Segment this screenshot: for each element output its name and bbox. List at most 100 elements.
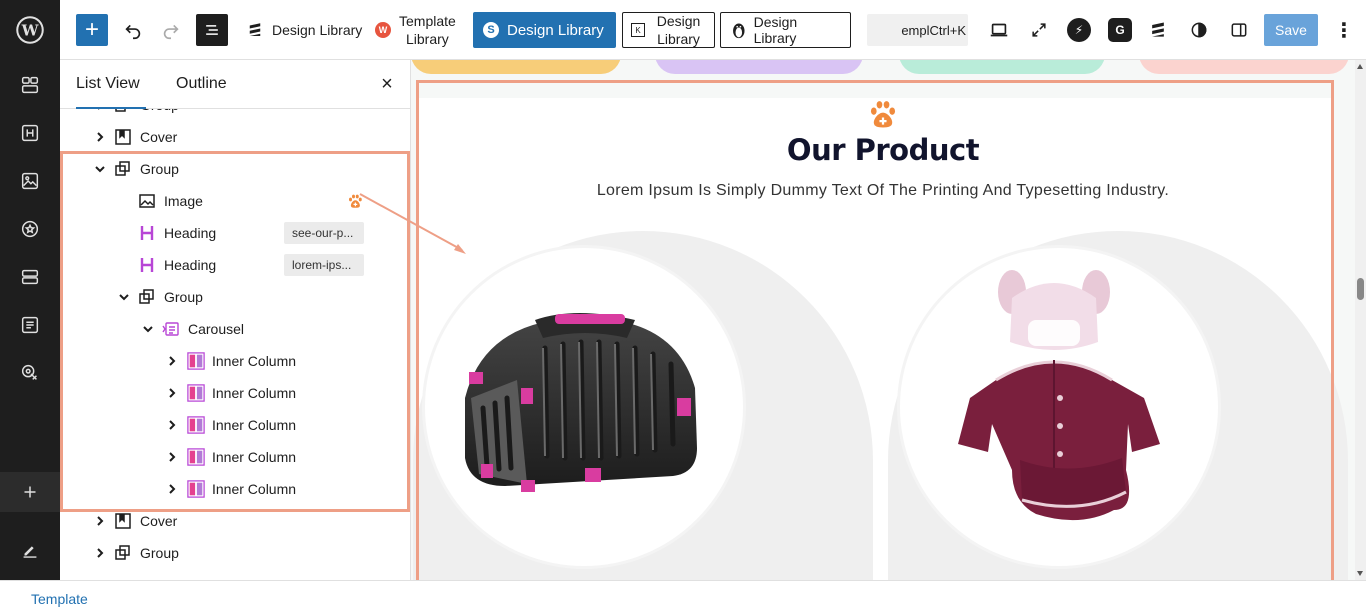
connector-arrow-icon — [359, 193, 466, 254]
layout-rows-icon[interactable] — [0, 257, 60, 297]
group-icon — [138, 288, 156, 306]
list-item-label: Inner Column — [212, 449, 297, 465]
add-plus-icon[interactable] — [0, 472, 60, 512]
list-item-label: Inner Column — [212, 385, 297, 401]
template-library-button[interactable]: W Template Library — [375, 12, 456, 48]
options-menu-button[interactable]: ⋮ — [1334, 12, 1354, 48]
list-item-label: Group — [140, 545, 179, 561]
section-title[interactable]: Our Product — [411, 133, 1355, 167]
pointer-target-icon[interactable] — [0, 353, 60, 393]
canvas-scrollbar[interactable] — [1355, 60, 1366, 580]
heading-icon — [138, 224, 156, 242]
category-pill — [411, 60, 621, 74]
list-item-label: Carousel — [188, 321, 245, 337]
list-item[interactable]: Inner Column — [60, 409, 410, 441]
save-button[interactable]: Save — [1264, 14, 1318, 46]
command-palette-search[interactable]: emplCtrl+K — [867, 14, 968, 46]
star-badge-icon[interactable] — [0, 209, 60, 249]
chevron-down-icon[interactable] — [94, 163, 106, 175]
section-subtitle[interactable]: Lorem Ipsum Is Simply Dummy Text Of The … — [411, 182, 1355, 200]
list-item[interactable]: Inner Column — [60, 441, 410, 473]
design-library-primary-label: Design Library — [507, 21, 604, 39]
list-item-label: Image — [164, 193, 203, 209]
patterns-icon[interactable] — [0, 65, 60, 105]
admin-sidebar: W — [0, 0, 60, 580]
list-item[interactable]: Cover — [60, 121, 410, 153]
design-library-outline-line2: Library — [657, 31, 700, 47]
chevron-right-icon[interactable] — [94, 547, 106, 559]
plus-icon: + — [84, 16, 99, 43]
template-library-logo-icon: W — [375, 22, 391, 38]
list-item[interactable]: Carousel — [60, 313, 410, 345]
fullscreen-button[interactable] — [1029, 12, 1049, 48]
media-icon[interactable] — [0, 161, 60, 201]
undo-button[interactable] — [122, 12, 144, 48]
heading-block-icon[interactable] — [0, 113, 60, 153]
design-library-outline-button[interactable]: K Design Library — [622, 12, 715, 48]
block-inserter-button[interactable]: + — [76, 14, 108, 46]
close-icon: × — [381, 72, 393, 95]
template-library-line2: Library — [406, 31, 449, 47]
scroll-up-arrow-icon[interactable] — [1357, 64, 1363, 69]
list-item-label: Group — [164, 289, 203, 305]
design-library-penguin-button[interactable]: Design Library — [720, 12, 851, 48]
list-item[interactable]: Group — [60, 537, 410, 569]
settings-sidebar-button[interactable] — [1229, 12, 1249, 48]
editor-canvas[interactable]: Our Product Lorem Ipsum Is Simply Dummy … — [411, 60, 1355, 580]
chevron-right-icon[interactable] — [94, 515, 106, 527]
chevron-right-icon[interactable] — [166, 419, 178, 431]
expand-icon — [1032, 23, 1046, 37]
spectra-button[interactable]: ⚡ — [1067, 12, 1091, 48]
stackable-settings-button[interactable] — [1148, 12, 1168, 48]
svg-text:W: W — [21, 22, 40, 40]
list-view-icon — [206, 25, 218, 35]
category-pill — [655, 60, 863, 74]
chevron-right-icon[interactable] — [166, 483, 178, 495]
carousel-icon — [162, 320, 180, 338]
list-item[interactable]: Inner Column — [60, 377, 410, 409]
list-item[interactable]: Cover — [60, 505, 410, 537]
g-logo-icon: G — [1108, 18, 1132, 42]
contrast-icon — [1191, 22, 1207, 38]
product-image-frame[interactable] — [900, 248, 1218, 566]
scroll-down-arrow-icon[interactable] — [1357, 571, 1363, 576]
list-item-label: Inner Column — [212, 353, 297, 369]
list-item[interactable]: Inner Column — [60, 345, 410, 377]
breadcrumb[interactable]: Template — [31, 591, 88, 607]
tab-list-view-label: List View — [76, 75, 140, 92]
list-item-label: Heading — [164, 257, 217, 273]
wordpress-logo-icon[interactable]: W — [0, 10, 60, 50]
spectra-bolt-icon: ⚡ — [1067, 18, 1091, 42]
generateblocks-button[interactable]: G — [1108, 12, 1132, 48]
chevron-right-icon[interactable] — [166, 451, 178, 463]
chevron-right-icon[interactable] — [166, 355, 178, 367]
list-item[interactable]: Group — [60, 281, 410, 313]
edit-pencil-icon[interactable] — [0, 530, 60, 570]
document-overview-button[interactable] — [196, 14, 228, 46]
redo-button[interactable] — [160, 12, 182, 48]
list-item[interactable]: Inner Column — [60, 473, 410, 505]
tab-list-view[interactable]: List View — [76, 60, 146, 109]
list-item[interactable]: Group — [60, 153, 410, 185]
template-library-label: Template Library — [399, 12, 456, 48]
chevron-right-icon[interactable] — [166, 387, 178, 399]
cover-icon — [114, 512, 132, 530]
list-item-label: Inner Column — [212, 417, 297, 433]
undo-icon — [125, 24, 141, 40]
chevron-right-icon[interactable] — [94, 131, 106, 143]
scrollbar-thumb[interactable] — [1357, 278, 1364, 300]
design-library-primary-button[interactable]: S Design Library — [473, 12, 616, 48]
styles-button[interactable] — [1189, 12, 1209, 48]
list-document-icon[interactable] — [0, 305, 60, 345]
more-vertical-icon: ⋮ — [1334, 19, 1354, 42]
chevron-down-icon[interactable] — [118, 291, 130, 303]
group-icon — [114, 160, 132, 178]
design-library-penguin-label: Design Library — [753, 14, 798, 46]
library-logo-icon: S — [483, 22, 499, 38]
preview-device-button[interactable] — [988, 12, 1010, 48]
product-image-frame[interactable] — [425, 248, 743, 566]
tab-outline[interactable]: Outline — [176, 60, 227, 108]
design-library-button-1[interactable]: Design Library — [246, 12, 362, 48]
close-list-view-button[interactable]: × — [376, 73, 398, 95]
chevron-down-icon[interactable] — [142, 323, 154, 335]
